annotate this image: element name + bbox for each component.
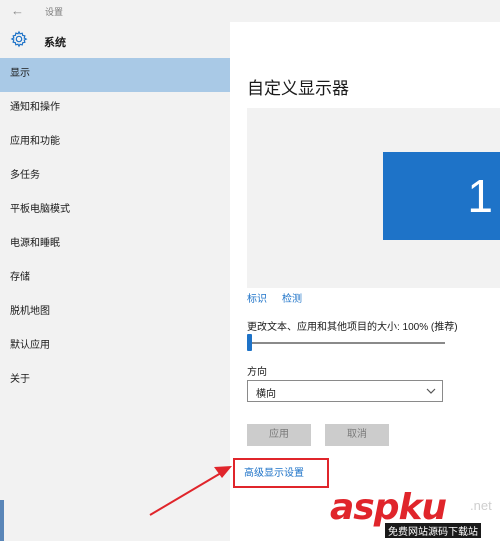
detect-link[interactable]: 检测 xyxy=(282,290,302,305)
sidebar-item-default-apps[interactable]: 默认应用 xyxy=(0,330,230,364)
sidebar-nav: 显示 通知和操作 应用和功能 多任务 平板电脑模式 电源和睡眠 存储 脱机地图 … xyxy=(0,58,230,398)
watermark-net: .net xyxy=(470,498,492,513)
main-content: 自定义显示器 1 标识 检测 更改文本、应用和其他项目的大小: 100% (推荐… xyxy=(230,22,500,541)
sidebar-item-apps[interactable]: 应用和功能 xyxy=(0,126,230,160)
sidebar-header[interactable]: 系统 xyxy=(0,22,230,58)
monitor-preview: 1 xyxy=(247,108,500,288)
page-title: 自定义显示器 xyxy=(247,79,349,98)
sidebar: 系统 显示 通知和操作 应用和功能 多任务 平板电脑模式 电源和睡眠 存储 脱机… xyxy=(0,22,230,541)
sidebar-item-notifications[interactable]: 通知和操作 xyxy=(0,92,230,126)
sidebar-item-multitasking[interactable]: 多任务 xyxy=(0,160,230,194)
desktop-background-strip xyxy=(0,500,4,541)
scale-slider-track[interactable] xyxy=(247,342,445,344)
advanced-display-settings-link[interactable]: 高级显示设置 xyxy=(244,464,304,479)
monitor-tile[interactable]: 1 xyxy=(383,152,500,240)
scale-slider-thumb[interactable] xyxy=(247,334,252,351)
identify-link[interactable]: 标识 xyxy=(247,290,267,305)
gear-icon xyxy=(10,30,28,48)
sidebar-item-offline-maps[interactable]: 脱机地图 xyxy=(0,296,230,330)
chevron-down-icon xyxy=(426,388,436,394)
back-arrow-icon[interactable]: ← xyxy=(11,3,24,18)
sidebar-item-power-sleep[interactable]: 电源和睡眠 xyxy=(0,228,230,262)
title-bar: ← 设置 xyxy=(0,0,500,22)
orientation-select[interactable]: 横向 xyxy=(247,380,443,402)
sidebar-item-tablet-mode[interactable]: 平板电脑模式 xyxy=(0,194,230,228)
scale-label: 更改文本、应用和其他项目的大小: 100% (推荐) xyxy=(247,322,458,333)
sidebar-item-display[interactable]: 显示 xyxy=(0,58,230,92)
monitor-number: 1 xyxy=(467,170,493,222)
settings-window: ← 设置 系统 显示 通知和操作 应用和功能 多任务 平板电脑模式 电源和睡眠 … xyxy=(0,0,500,541)
app-title: 设置 xyxy=(45,7,64,17)
orientation-label: 方向 xyxy=(247,367,267,378)
sidebar-item-storage[interactable]: 存储 xyxy=(0,262,230,296)
apply-button[interactable]: 应用 xyxy=(247,424,311,446)
watermark-logo: aspku xyxy=(330,487,447,528)
cancel-button[interactable]: 取消 xyxy=(325,424,389,446)
watermark-subtitle: 免费网站源码下载站 xyxy=(385,523,481,538)
sidebar-item-about[interactable]: 关于 xyxy=(0,364,230,398)
orientation-select-value: 横向 xyxy=(256,389,276,400)
sidebar-header-label: 系统 xyxy=(44,37,66,49)
